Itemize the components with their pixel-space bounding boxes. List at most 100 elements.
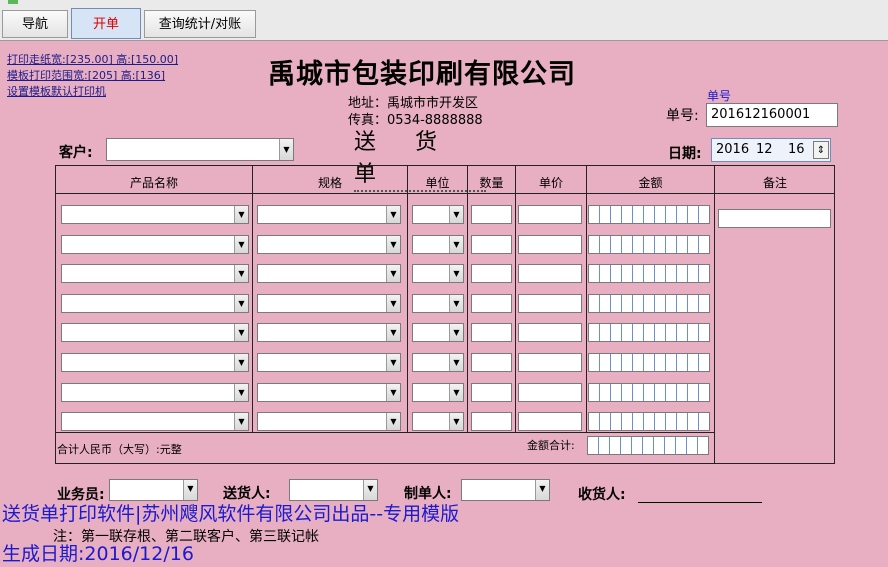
chevron-down-icon[interactable]: ▼ — [449, 354, 463, 371]
remark-input[interactable] — [718, 209, 831, 228]
order-no-field[interactable]: 201612160001 — [706, 103, 838, 127]
chevron-down-icon[interactable]: ▼ — [449, 295, 463, 312]
product-select[interactable]: ▼ — [61, 383, 249, 402]
chevron-down-icon[interactable]: ▼ — [449, 265, 463, 282]
amount-field[interactable] — [588, 264, 710, 283]
date-spinner-icon[interactable]: ⇕ — [813, 141, 829, 159]
chevron-down-icon[interactable]: ▼ — [386, 354, 400, 371]
unit-select[interactable]: ▼ — [412, 294, 464, 313]
chevron-down-icon[interactable]: ▼ — [449, 206, 463, 223]
date-year[interactable]: 2016 — [716, 142, 749, 157]
customer-select[interactable]: ▼ — [106, 138, 294, 161]
amount-field[interactable] — [588, 294, 710, 313]
deliverer-select[interactable]: ▼ — [289, 479, 378, 501]
spec-select[interactable]: ▼ — [257, 294, 401, 313]
quantity-input[interactable] — [471, 205, 512, 224]
amount-field[interactable] — [588, 323, 710, 342]
col-header-remark: 备注 — [762, 176, 787, 190]
price-input[interactable] — [518, 383, 582, 402]
amount-field[interactable] — [588, 235, 710, 254]
tab-bar: 导航 开单 查询统计/对账 — [0, 0, 888, 41]
unit-select[interactable]: ▼ — [412, 264, 464, 283]
chevron-down-icon[interactable]: ▼ — [386, 413, 400, 430]
spec-select[interactable]: ▼ — [257, 205, 401, 224]
chevron-down-icon[interactable]: ▼ — [234, 295, 248, 312]
product-select[interactable]: ▼ — [61, 412, 249, 431]
tab-navigation[interactable]: 导航 — [2, 10, 68, 38]
product-select[interactable]: ▼ — [61, 353, 249, 372]
unit-select[interactable]: ▼ — [412, 235, 464, 254]
unit-select[interactable]: ▼ — [412, 383, 464, 402]
unit-select[interactable]: ▼ — [412, 323, 464, 342]
paper-size-link[interactable]: 打印走纸宽:[235.00] 高:[150.00] — [7, 51, 178, 67]
chevron-down-icon[interactable]: ▼ — [279, 139, 293, 160]
chevron-down-icon[interactable]: ▼ — [234, 384, 248, 401]
amount-field[interactable] — [588, 412, 710, 431]
quantity-input[interactable] — [471, 412, 512, 431]
template-range-link[interactable]: 模板打印范围宽:[205] 高:[136] — [7, 67, 165, 83]
quantity-input[interactable] — [471, 383, 512, 402]
chevron-down-icon[interactable]: ▼ — [234, 265, 248, 282]
chevron-down-icon[interactable]: ▼ — [449, 324, 463, 341]
price-input[interactable] — [518, 294, 582, 313]
chevron-down-icon[interactable]: ▼ — [234, 236, 248, 253]
unit-select[interactable]: ▼ — [412, 205, 464, 224]
spec-select[interactable]: ▼ — [257, 383, 401, 402]
quantity-input[interactable] — [471, 353, 512, 372]
salesman-select[interactable]: ▼ — [109, 479, 198, 501]
unit-select[interactable]: ▼ — [412, 353, 464, 372]
amount-field[interactable] — [588, 383, 710, 402]
spec-select[interactable]: ▼ — [257, 235, 401, 254]
col-divider — [467, 165, 468, 432]
product-select[interactable]: ▼ — [61, 235, 249, 254]
spec-select[interactable]: ▼ — [257, 412, 401, 431]
price-input[interactable] — [518, 264, 582, 283]
total-rmb-label: 合计人民币（大写）:元整 — [57, 443, 182, 456]
quantity-input[interactable] — [471, 264, 512, 283]
chevron-down-icon[interactable]: ▼ — [449, 384, 463, 401]
spec-select[interactable]: ▼ — [257, 353, 401, 372]
chevron-down-icon[interactable]: ▼ — [386, 324, 400, 341]
quantity-input[interactable] — [471, 294, 512, 313]
chevron-down-icon[interactable]: ▼ — [234, 324, 248, 341]
tab-create-order[interactable]: 开单 — [71, 8, 141, 39]
date-month[interactable]: 12 — [756, 142, 773, 157]
chevron-down-icon[interactable]: ▼ — [386, 206, 400, 223]
total-amount-field[interactable] — [587, 436, 709, 455]
chevron-down-icon[interactable]: ▼ — [535, 480, 549, 500]
date-day[interactable]: 16 — [788, 142, 805, 157]
unit-select[interactable]: ▼ — [412, 412, 464, 431]
date-picker[interactable]: 2016 12 16 ⇕ — [711, 138, 831, 162]
price-input[interactable] — [518, 205, 582, 224]
amount-field[interactable] — [588, 353, 710, 372]
maker-select[interactable]: ▼ — [461, 479, 550, 501]
product-select[interactable]: ▼ — [61, 323, 249, 342]
company-name: 禹城市包装印刷有限公司 — [268, 59, 576, 90]
chevron-down-icon[interactable]: ▼ — [449, 236, 463, 253]
chevron-down-icon[interactable]: ▼ — [449, 413, 463, 430]
chevron-down-icon[interactable]: ▼ — [234, 354, 248, 371]
price-input[interactable] — [518, 412, 582, 431]
tab-query-stats[interactable]: 查询统计/对账 — [144, 10, 256, 38]
spec-select[interactable]: ▼ — [257, 264, 401, 283]
chevron-down-icon[interactable]: ▼ — [386, 236, 400, 253]
amount-field[interactable] — [588, 205, 710, 224]
price-input[interactable] — [518, 235, 582, 254]
product-select[interactable]: ▼ — [61, 205, 249, 224]
quantity-input[interactable] — [471, 235, 512, 254]
chevron-down-icon[interactable]: ▼ — [386, 295, 400, 312]
chevron-down-icon[interactable]: ▼ — [363, 480, 377, 500]
spec-select[interactable]: ▼ — [257, 323, 401, 342]
chevron-down-icon[interactable]: ▼ — [386, 265, 400, 282]
product-select[interactable]: ▼ — [61, 294, 249, 313]
price-input[interactable] — [518, 353, 582, 372]
default-printer-link[interactable]: 设置模板默认打印机 — [7, 83, 106, 99]
quantity-input[interactable] — [471, 323, 512, 342]
chevron-down-icon[interactable]: ▼ — [234, 413, 248, 430]
chevron-down-icon[interactable]: ▼ — [386, 384, 400, 401]
chevron-down-icon[interactable]: ▼ — [183, 480, 197, 500]
chevron-down-icon[interactable]: ▼ — [234, 206, 248, 223]
order-no-caption: 单号 — [707, 89, 732, 103]
product-select[interactable]: ▼ — [61, 264, 249, 283]
price-input[interactable] — [518, 323, 582, 342]
